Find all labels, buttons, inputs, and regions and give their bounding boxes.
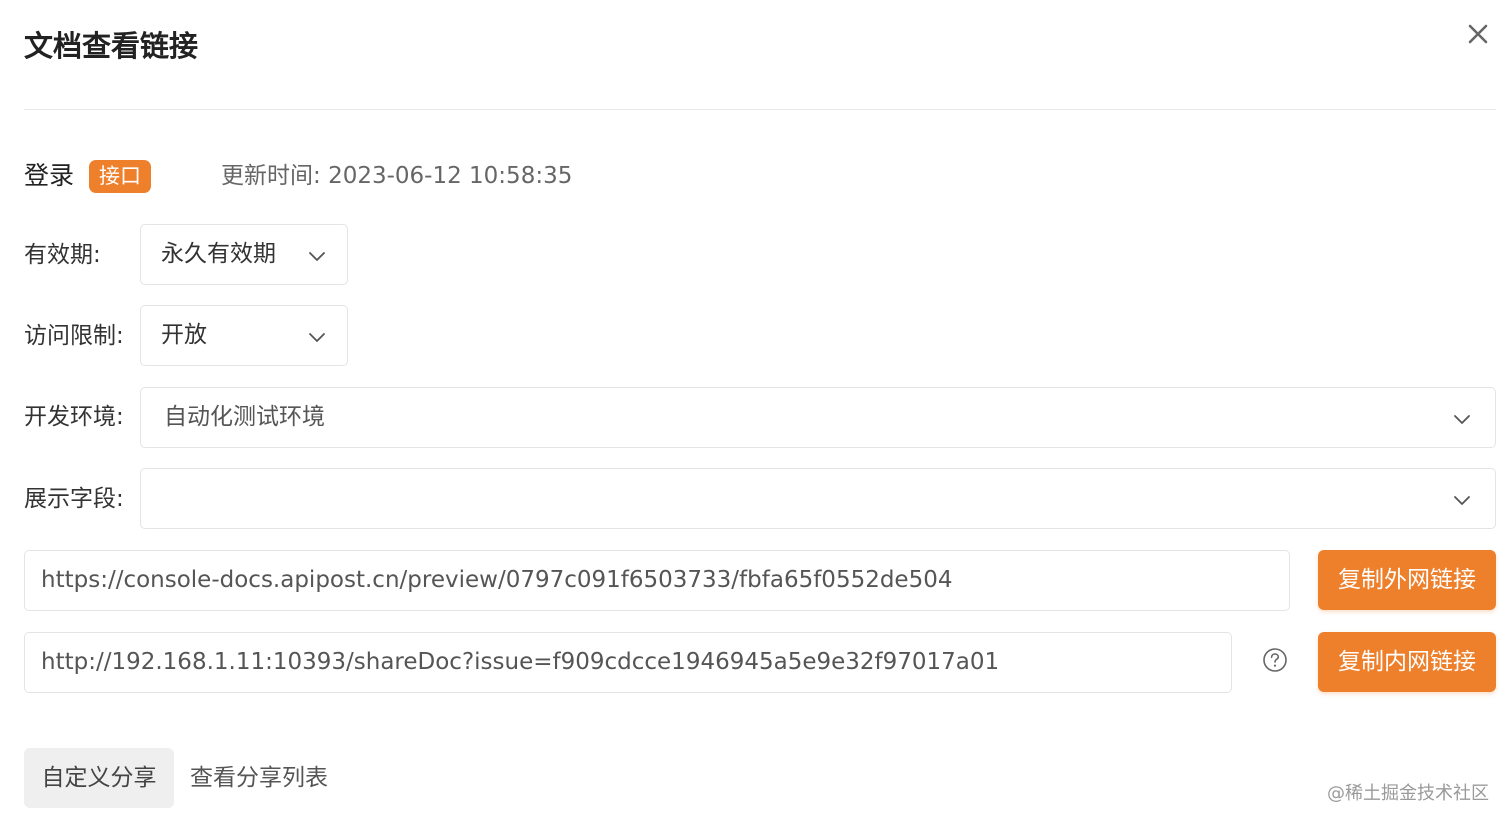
watermark: @稀土掘金技术社区 — [1327, 783, 1489, 804]
fields-label: 展示字段: — [24, 486, 124, 512]
access-value: 开放 — [161, 322, 207, 348]
external-url-text: https://console-docs.apipost.cn/preview/… — [41, 567, 953, 593]
chevron-down-icon — [309, 252, 325, 261]
fields-select[interactable] — [140, 468, 1496, 529]
close-icon — [1468, 24, 1488, 44]
tab-custom-share[interactable]: 自定义分享 — [24, 748, 174, 808]
updated-label: 更新时间: — [221, 163, 321, 189]
env-select[interactable]: 自动化测试环境 — [140, 387, 1496, 448]
chevron-down-icon — [1454, 496, 1470, 505]
tab-share-list[interactable]: 查看分享列表 — [190, 748, 328, 808]
external-url-field[interactable]: https://console-docs.apipost.cn/preview/… — [24, 550, 1290, 611]
env-label: 开发环境: — [24, 404, 124, 430]
dialog-title: 文档查看链接 — [24, 29, 199, 63]
chevron-down-icon — [309, 333, 325, 342]
copy-internal-link-button[interactable]: 复制内网链接 — [1318, 632, 1496, 692]
validity-label: 有效期: — [24, 242, 101, 268]
help-icon[interactable] — [1262, 647, 1288, 673]
close-button[interactable] — [1462, 18, 1494, 50]
internal-url-field[interactable]: http://192.168.1.11:10393/shareDoc?issue… — [24, 632, 1232, 693]
updated-time: 更新时间: 2023-06-12 10:58:35 — [221, 158, 572, 194]
chevron-down-icon — [1454, 415, 1470, 424]
validity-value: 永久有效期 — [161, 241, 276, 267]
updated-value: 2023-06-12 10:58:35 — [328, 163, 573, 189]
validity-select[interactable]: 永久有效期 — [140, 224, 348, 285]
header-divider — [24, 109, 1496, 110]
access-label: 访问限制: — [24, 323, 124, 349]
access-select[interactable]: 开放 — [140, 305, 348, 366]
doc-name: 登录 — [24, 161, 75, 190]
doc-type-badge: 接口 — [89, 160, 151, 193]
env-value: 自动化测试环境 — [164, 404, 325, 430]
copy-external-link-button[interactable]: 复制外网链接 — [1318, 550, 1496, 610]
internal-url-text: http://192.168.1.11:10393/shareDoc?issue… — [41, 649, 1000, 675]
